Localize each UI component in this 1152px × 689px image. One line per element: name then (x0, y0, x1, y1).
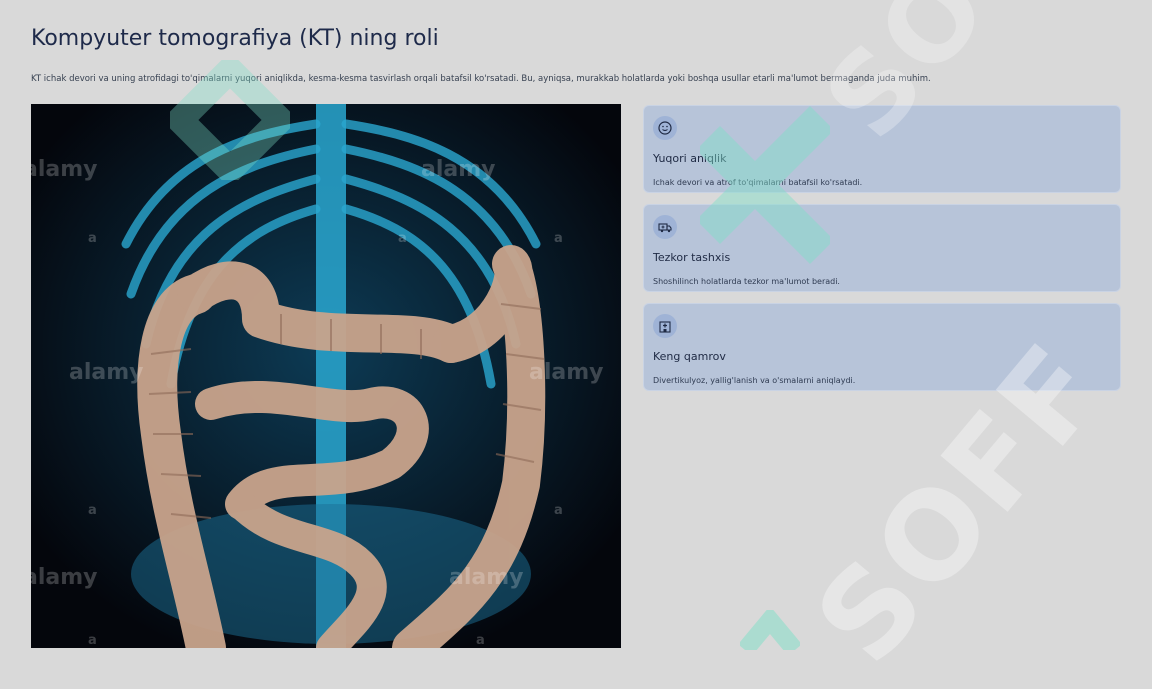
page-title: Kompyuter tomografiya (KT) ning roli (31, 26, 439, 51)
brand-watermark (738, 605, 802, 656)
feature-card: Yuqori aniqlik Ichak devori va atrof to'… (643, 105, 1121, 193)
card-description: Divertikulyoz, yallig'lanish va o'smalar… (653, 376, 856, 385)
feature-card: Keng qamrov Divertikulyoz, yallig'lanish… (643, 303, 1121, 391)
page-subtitle: KT ichak devori va uning atrofidagi to'q… (31, 74, 931, 84)
watermark-mark: a (554, 231, 563, 246)
watermark-text: alamy (31, 157, 98, 182)
watermark-mark: a (554, 503, 563, 518)
watermark-text: alamy (31, 565, 98, 590)
card-title: Tezkor tashxis (653, 251, 731, 264)
ambulance-icon (653, 215, 677, 239)
watermark-text: alamy (529, 360, 604, 385)
watermark-text: alamy (421, 157, 496, 182)
watermark-mark: a (476, 633, 485, 648)
watermark-text: alamy (449, 565, 524, 590)
card-title: Yuqori aniqlik (653, 152, 727, 165)
card-title: Keng qamrov (653, 350, 726, 363)
watermark-mark: a (88, 503, 97, 518)
watermark-mark: a (88, 633, 97, 648)
card-description: Ichak devori va atrof to'qimalarni bataf… (653, 178, 863, 187)
smile-icon (653, 116, 677, 140)
card-description: Shoshilinch holatlarda tezkor ma'lumot b… (653, 277, 840, 286)
watermark-mark: a (398, 231, 407, 246)
watermark-mark: a (88, 231, 97, 246)
watermark-text: alamy (69, 360, 144, 385)
ct-scan-illustration: alamy alamy alamy alamy alamy alamy a a … (31, 104, 621, 648)
feature-card: Tezkor tashxis Shoshilinch holatlarda te… (643, 204, 1121, 292)
feature-cards: Yuqori aniqlik Ichak devori va atrof to'… (643, 105, 1121, 402)
hospital-icon (653, 314, 677, 338)
ct-scan-image: alamy alamy alamy alamy alamy alamy a a … (31, 104, 621, 648)
